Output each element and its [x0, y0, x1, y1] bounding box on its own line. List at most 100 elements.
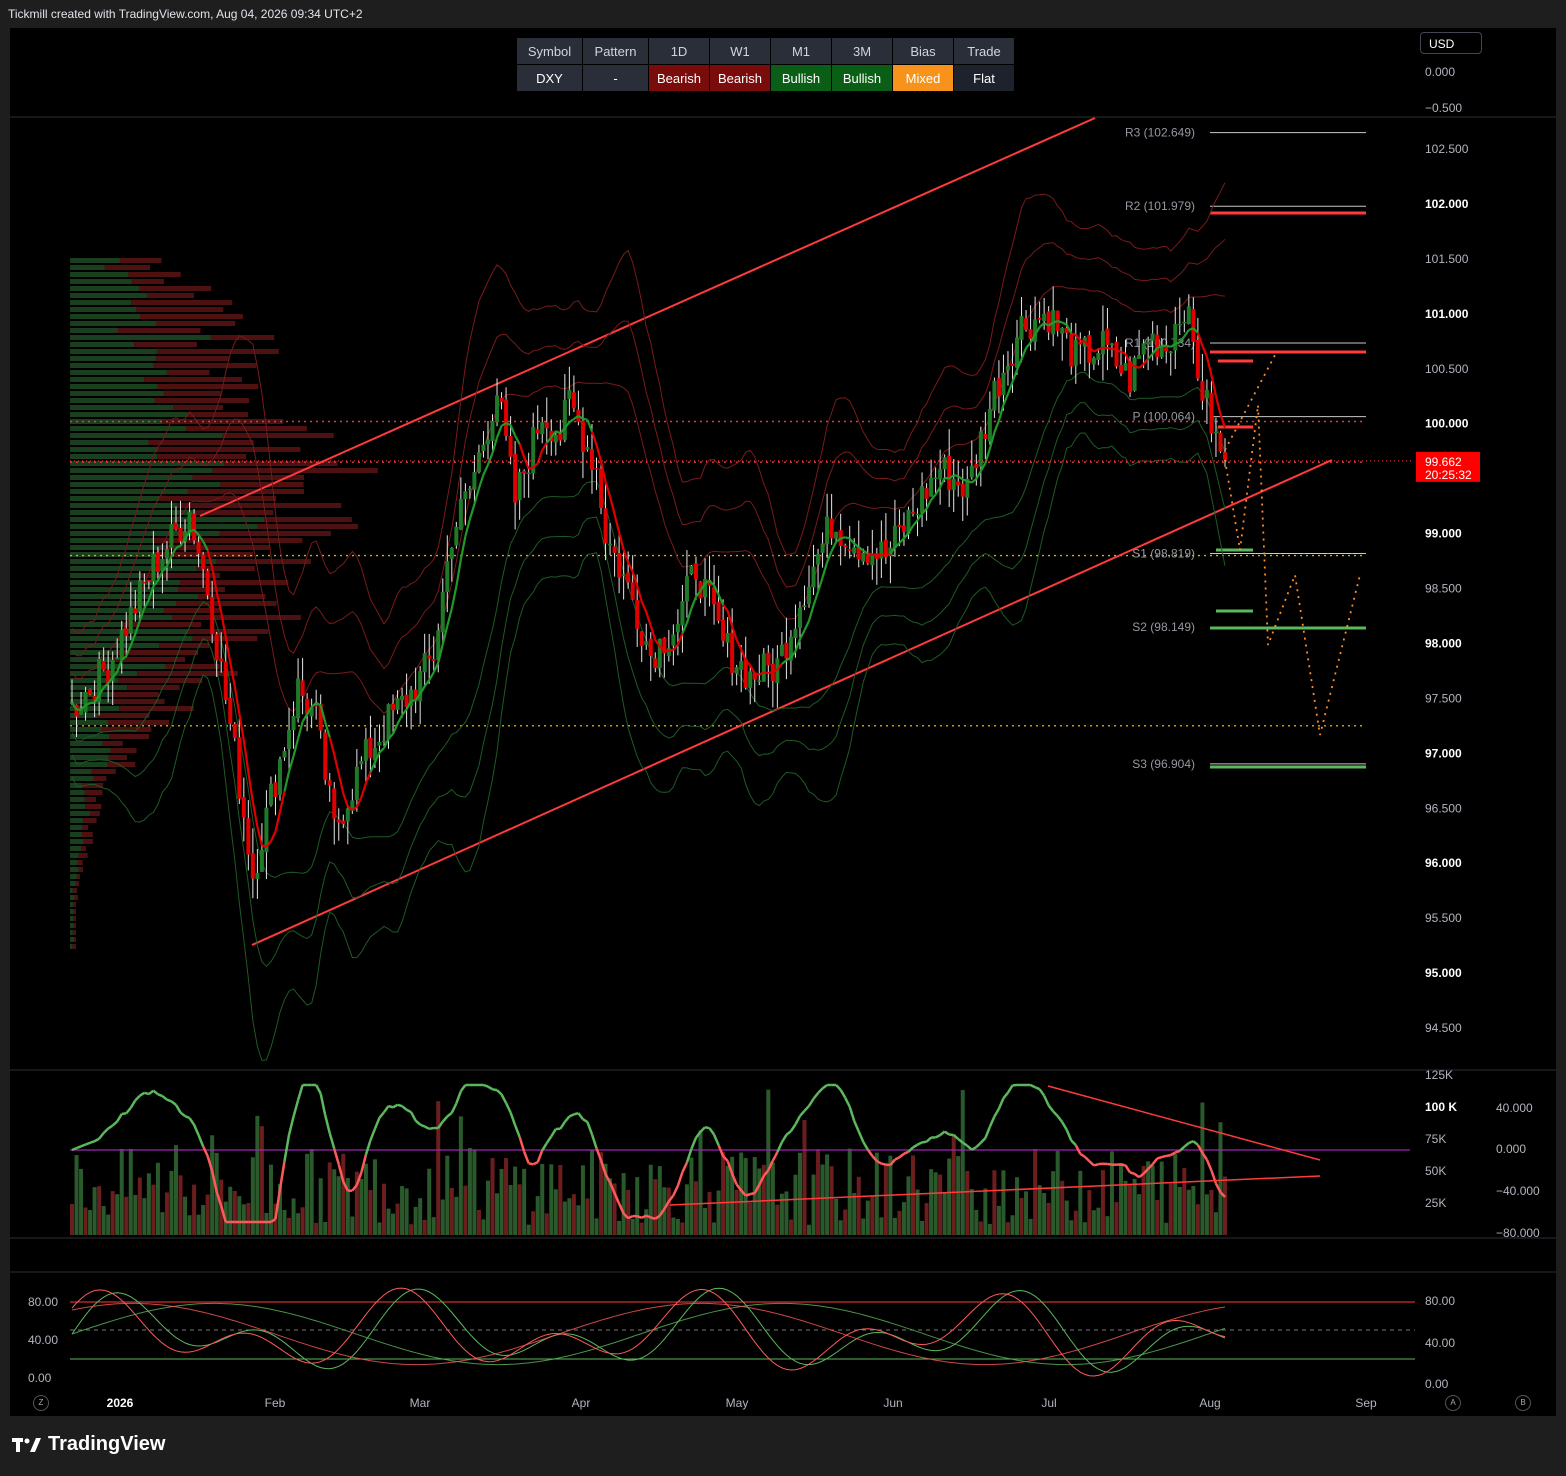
volume-bar	[323, 1221, 328, 1235]
y-tick-label: 97.500	[1425, 691, 1462, 705]
candle-body	[684, 576, 689, 602]
oscillator-segment	[586, 1121, 594, 1135]
oscillator-segment	[848, 1106, 856, 1122]
oscillator-segment	[857, 1130, 865, 1143]
volume-profile-bar	[70, 405, 174, 410]
volume-profile-bar	[70, 853, 79, 858]
oscillator-segment	[1038, 1088, 1046, 1097]
volume-bar	[1177, 1186, 1182, 1235]
oscillator-segment	[812, 1092, 820, 1100]
oscillator-segment	[89, 1140, 96, 1144]
candle-body	[825, 516, 830, 545]
candle-body	[748, 671, 753, 688]
oscillator-segment	[1002, 1091, 1009, 1100]
oscillator-segment	[532, 1161, 539, 1166]
volume-bar	[368, 1190, 373, 1235]
candle-body	[816, 554, 821, 565]
oscillator-segment	[450, 1102, 458, 1114]
currency-button[interactable]: USD	[1420, 32, 1482, 54]
volume-bar	[395, 1203, 400, 1235]
moving-average-segment	[541, 442, 548, 451]
volume-profile-bar	[70, 335, 211, 340]
volume-profile-bar	[70, 804, 86, 809]
candle-body	[666, 648, 671, 656]
candle-body	[458, 499, 463, 530]
candle-body	[1186, 306, 1191, 325]
candle-body	[1096, 352, 1101, 360]
volume-profile-bar	[70, 517, 265, 522]
oscillator-segment	[1107, 1162, 1113, 1166]
volume-bar	[232, 1190, 237, 1235]
oscillator-segment	[704, 1126, 710, 1130]
volume-profile-bar	[70, 902, 73, 907]
oscillator-segment	[536, 1149, 544, 1163]
volume-profile-bar	[70, 895, 75, 900]
volume-profile-bar	[176, 601, 277, 606]
volume-profile-bar	[72, 944, 76, 949]
zoom-button[interactable]: Z	[33, 1395, 49, 1411]
volume-profile-bar	[104, 265, 151, 270]
auto-scale-button[interactable]: A	[1445, 1395, 1461, 1411]
moving-average-segment	[518, 443, 526, 458]
moving-average-segment	[455, 559, 462, 587]
oscillator-segment	[545, 1135, 553, 1144]
candle-body	[1195, 340, 1200, 379]
chart-canvas[interactable]: R3 (102.649)R2 (101.979)R1 (100.734)P (1…	[0, 0, 1566, 1476]
moving-average-segment	[459, 536, 467, 560]
volume-tick-label: 125K	[1425, 1068, 1453, 1082]
candle-body	[449, 548, 454, 559]
oscillator-segment	[749, 1191, 756, 1196]
tradingview-logo[interactable]: TradingView	[12, 1433, 165, 1456]
volume-bar	[255, 1115, 260, 1235]
candle-body	[558, 434, 563, 441]
oscillator-segment	[378, 1111, 385, 1119]
candle-body	[359, 760, 364, 765]
stochastic-tick-label: 0.00	[28, 1371, 52, 1385]
candle-body	[626, 572, 631, 583]
volume-bar	[639, 1222, 644, 1235]
y-tick-label: 99.000	[1425, 527, 1462, 541]
candle-body	[214, 634, 219, 661]
volume-bar	[196, 1214, 201, 1235]
volume-bar	[481, 1219, 486, 1235]
volume-profile-bar	[70, 622, 124, 627]
volume-bar	[418, 1198, 423, 1235]
candle-body	[929, 477, 934, 497]
volume-bar	[766, 1089, 771, 1235]
volume-bar	[969, 1189, 974, 1235]
oscillator-segment	[328, 1132, 336, 1150]
volume-bar	[992, 1170, 997, 1235]
volume-bar	[897, 1210, 902, 1235]
oscillator-segment	[319, 1093, 327, 1116]
volume-bar	[852, 1193, 857, 1235]
volume-bar	[1073, 1210, 1078, 1235]
candle-body	[653, 658, 658, 669]
moving-average-segment	[496, 425, 503, 438]
volume-bar	[775, 1204, 780, 1235]
volume-bar	[1164, 1222, 1169, 1235]
candle-body	[580, 420, 585, 452]
candle-body	[237, 737, 242, 799]
log-scale-button[interactable]: B	[1515, 1395, 1531, 1411]
candle-body	[996, 378, 1001, 397]
volume-profile-bar	[153, 538, 303, 543]
oscillator-segment	[424, 1125, 430, 1130]
oscillator-segment	[717, 1144, 725, 1157]
volume-bar	[1114, 1202, 1119, 1235]
candle-body	[1209, 392, 1214, 434]
oscillator-segment	[509, 1112, 517, 1126]
candle-body	[146, 580, 151, 582]
volume-profile-bar	[70, 909, 74, 914]
volume-profile-bar	[70, 937, 75, 942]
moving-average-segment	[885, 552, 891, 556]
volume-profile-bar	[70, 440, 149, 445]
oscillator-segment	[862, 1141, 869, 1151]
moving-average-segment	[333, 754, 340, 775]
oscillator-segment	[401, 1105, 408, 1111]
oscillator-segment	[803, 1105, 810, 1112]
y-tick-label: 98.500	[1425, 582, 1462, 596]
moving-average-segment	[826, 550, 833, 563]
volume-bar	[929, 1169, 934, 1235]
volume-bar	[1191, 1186, 1196, 1235]
moving-average-segment	[297, 721, 304, 739]
